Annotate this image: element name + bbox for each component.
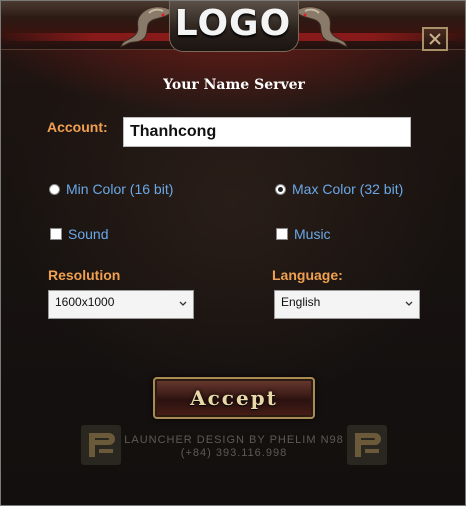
accept-button[interactable]: Accept (153, 377, 315, 419)
min-color-label: Min Color (16 bit) (66, 181, 174, 197)
min-color-option[interactable]: Min Color (16 bit) (49, 181, 173, 197)
close-button[interactable] (422, 27, 448, 51)
sound-label: Sound (68, 226, 109, 242)
accept-label: Accept (190, 386, 278, 410)
music-option[interactable]: Music (276, 226, 331, 242)
account-label: Account: (47, 119, 108, 135)
launcher-window: LOGO Your Name Server Account: Min Color… (0, 0, 466, 506)
close-icon (429, 33, 441, 45)
max-color-option[interactable]: Max Color (32 bit) (275, 181, 403, 197)
credit-text: LAUNCHER DESIGN BY PHELIM N98 (124, 434, 344, 446)
language-select[interactable]: English (274, 290, 420, 319)
resolution-value: 1600x1000 (55, 295, 115, 309)
resolution-label: Resolution (48, 267, 121, 283)
music-label: Music (294, 226, 331, 242)
sound-option[interactable]: Sound (50, 226, 108, 242)
max-color-radio[interactable] (275, 183, 286, 195)
sound-checkbox[interactable] (50, 228, 62, 240)
language-value: English (281, 295, 321, 309)
account-input[interactable] (123, 117, 411, 147)
credit-phone: (+84) 393.116.998 (180, 447, 288, 459)
max-color-label: Max Color (32 bit) (292, 181, 404, 197)
resolution-select[interactable]: 1600x1000 (48, 290, 194, 319)
min-color-radio[interactable] (49, 183, 60, 195)
language-label: Language: (272, 267, 343, 283)
server-name-title: Your Name Server (163, 77, 305, 93)
dragon-right-icon (294, 6, 348, 48)
music-checkbox[interactable] (276, 228, 288, 240)
chevron-down-icon (179, 301, 187, 306)
dragon-left-icon (120, 6, 174, 48)
chevron-down-icon (405, 301, 413, 306)
logo: LOGO (174, 3, 292, 44)
radio-selected-dot (278, 186, 283, 192)
